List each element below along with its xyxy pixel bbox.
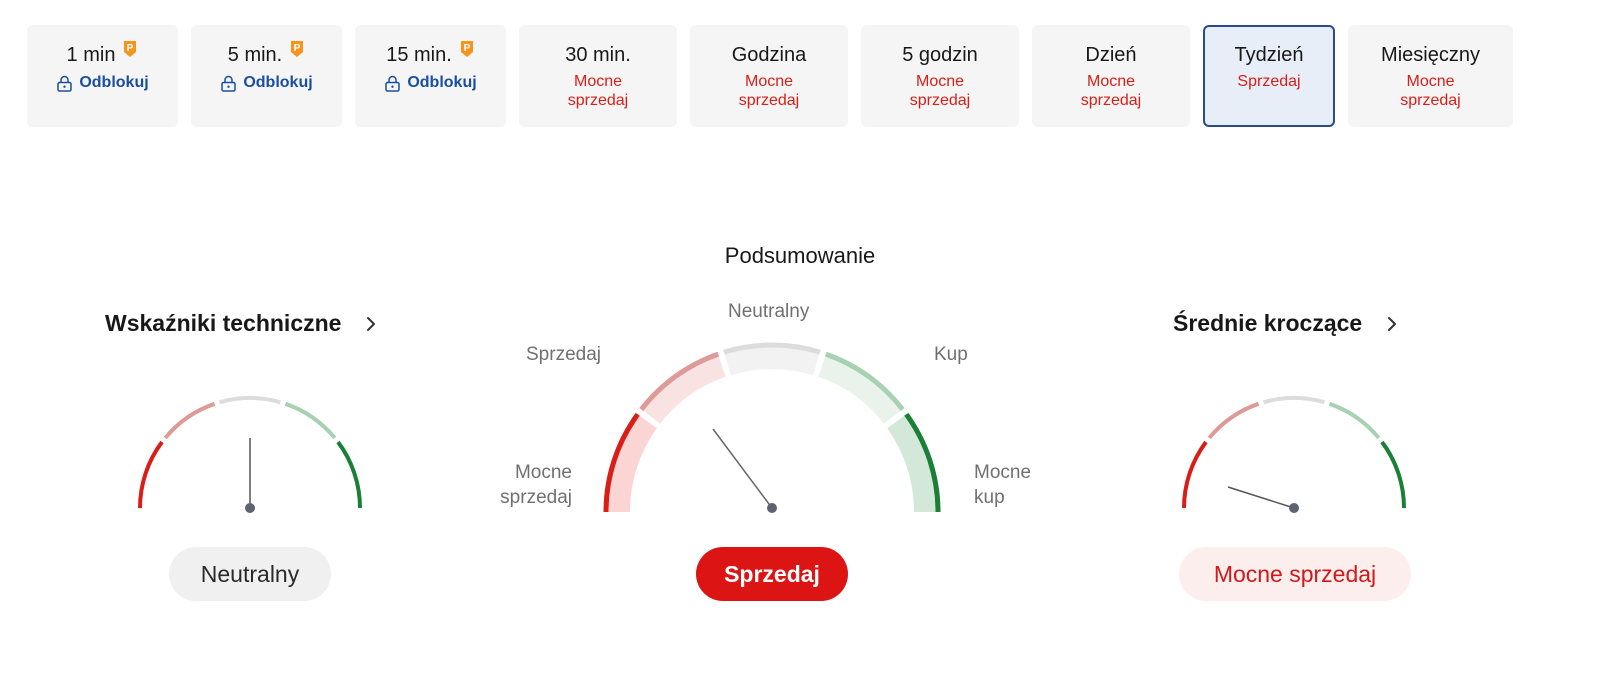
timeframe-tabs: 1 min P Odblokuj 5 min. P Odblokuj 15 mi… (27, 25, 1513, 127)
gauge-label-strong-buy: Mocne kup (974, 462, 1032, 508)
tab-tydzien[interactable]: Tydzień Sprzedaj (1203, 25, 1335, 127)
gauge-needle (712, 428, 773, 509)
moving-averages-link[interactable]: Średnie kroczące (1173, 310, 1398, 337)
svg-text:P: P (463, 43, 470, 54)
tab-label-text: 1 min (66, 44, 116, 66)
technical-gauge (138, 396, 362, 513)
lock-icon (57, 75, 73, 92)
technical-indicators-title: Wskaźniki techniczne (105, 310, 342, 336)
tab-label: 1 min P (66, 41, 139, 67)
gauge-pivot (1289, 503, 1299, 513)
chevron-right-icon (367, 316, 376, 331)
gauge-segment-strong-buy (1380, 440, 1406, 509)
tab-label: 5 godzin (902, 44, 978, 66)
moving-averages-title: Średnie kroczące (1173, 310, 1363, 336)
gauge-segment-sell (163, 401, 216, 440)
gauge-label-strong-sell: Mocne sprzedaj (500, 462, 572, 508)
tab-1-min[interactable]: 1 min P Odblokuj (27, 25, 178, 127)
pro-badge-icon: P (291, 41, 304, 57)
tab-status: Mocne sprzedaj (1400, 73, 1461, 109)
lock-icon (221, 75, 237, 92)
moving-averages-gauge (1182, 396, 1406, 513)
summary-gauge (603, 342, 941, 513)
tab-status: Mocne sprzedaj (567, 73, 629, 109)
tab-label: Dzień (1085, 44, 1137, 66)
unlock-link[interactable]: Odblokuj (220, 74, 313, 92)
chevron-right-icon (1388, 316, 1397, 331)
summary-title: Podsumowanie (724, 243, 876, 268)
unlock-label: Odblokuj (243, 74, 313, 91)
gauge-label-neutral: Neutralny (728, 301, 810, 322)
unlock-label: Odblokuj (407, 74, 477, 91)
tab-label-text: 5 min. (227, 44, 283, 66)
tab-5-min[interactable]: 5 min. P Odblokuj (191, 25, 342, 127)
gauge-label-sell: Sprzedaj (526, 344, 601, 365)
gauge-needle (1227, 486, 1295, 509)
gauge-segment-neutral (219, 396, 281, 405)
gauge-pivot (245, 503, 255, 513)
gauge-segment-sell (1207, 401, 1260, 440)
technical-result-badge: Neutralny (169, 547, 331, 601)
tab-label: Godzina (731, 44, 807, 66)
tab-label: 30 min. (565, 44, 631, 66)
gauge-segment-buy (284, 401, 337, 440)
gauge-band-sell (641, 354, 726, 424)
unlock-link[interactable]: Odblokuj (384, 74, 477, 92)
gauge-segment-buy (1328, 401, 1381, 440)
tab-godzina[interactable]: Godzina Mocne sprzedaj (690, 25, 848, 127)
tab-dzien[interactable]: Dzień Mocne sprzedaj (1032, 25, 1190, 127)
tab-30-min[interactable]: 30 min. Mocne sprzedaj (519, 25, 677, 127)
summary-result-badge: Sprzedaj (696, 547, 848, 601)
svg-text:P: P (294, 43, 301, 54)
gauge-band-buy (818, 354, 903, 424)
gauge-segment-strong-sell (1182, 440, 1208, 509)
lock-icon (385, 75, 401, 92)
tab-miesieczny[interactable]: Miesięczny Mocne sprzedaj (1348, 25, 1513, 127)
tab-status: Mocne sprzedaj (909, 73, 971, 109)
technical-indicators-link[interactable]: Wskaźniki techniczne (105, 310, 377, 337)
tab-label: Miesięczny (1381, 44, 1480, 66)
moving-averages-result-badge: Mocne sprzedaj (1179, 547, 1411, 601)
tab-status: Mocne sprzedaj (1080, 73, 1142, 109)
tab-label-text: 15 min. (386, 44, 452, 66)
unlock-link[interactable]: Odblokuj (56, 74, 149, 92)
gauge-segment-strong-sell (138, 440, 164, 509)
tab-15-min[interactable]: 15 min. P Odblokuj (355, 25, 506, 127)
pro-badge-icon: P (460, 41, 473, 57)
gauge-segment-strong-buy (336, 440, 362, 509)
gauge-segment-neutral (1263, 396, 1325, 405)
pro-badge-icon: P (124, 41, 137, 57)
unlock-label: Odblokuj (79, 74, 149, 91)
tab-status: Mocne sprzedaj (738, 73, 800, 109)
tab-label: Tydzień (1234, 44, 1304, 66)
tab-label: 15 min. P (386, 41, 475, 67)
svg-text:P: P (127, 43, 134, 54)
gauge-pivot (767, 503, 777, 513)
tab-5-godzin[interactable]: 5 godzin Mocne sprzedaj (861, 25, 1019, 127)
tab-label: 5 min. P (227, 41, 305, 67)
tab-status: Sprzedaj (1237, 73, 1301, 90)
